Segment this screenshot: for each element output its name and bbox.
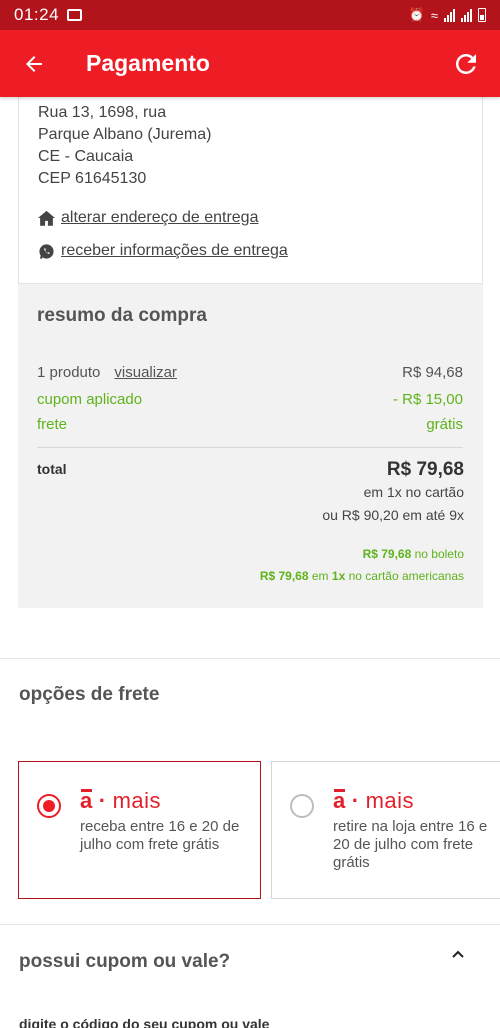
address-street: Rua 13, 1698, rua — [38, 104, 167, 121]
summary-row-coupon: cupom aplicado - R$ 15,00 — [37, 391, 463, 408]
summary-divider — [37, 447, 463, 448]
battery-icon — [478, 8, 486, 22]
refresh-icon — [455, 53, 476, 74]
boleto-text: no boleto — [414, 547, 464, 561]
shipping-value: grátis — [426, 416, 463, 433]
amex-em: em — [311, 569, 329, 583]
wifi-icon: ≈ — [430, 7, 438, 23]
signal-icon-2 — [461, 8, 472, 22]
arrow-left-icon — [26, 55, 42, 72]
installments-text: ou R$ 90,20 em até 9x — [322, 507, 464, 523]
amex-text: no cartão americanas — [348, 569, 464, 583]
shipping-option-text: retire na loja entre 16 e 20 de julho co… — [333, 818, 488, 871]
coupon-section-title[interactable]: possui cupom ou vale? — [19, 951, 230, 973]
address-cep: CEP 61645130 — [38, 170, 147, 187]
refresh-button[interactable] — [450, 48, 482, 80]
summary-row-shipping: frete grátis — [37, 416, 463, 433]
home-icon — [38, 210, 55, 226]
radio-unselected[interactable] — [290, 794, 314, 818]
section-divider — [0, 924, 500, 925]
status-icons: ⏰ ≈ — [409, 7, 486, 23]
shipping-option-home[interactable]: a · mais receba entre 16 e 20 de julho c… — [18, 761, 261, 899]
boleto-price: R$ 79,68 no boleto — [363, 547, 464, 561]
summary-title: resumo da compra — [37, 305, 207, 326]
product-count: 1 produto — [37, 364, 101, 381]
boleto-value: R$ 79,68 — [362, 547, 412, 561]
coupon-value: - R$ 15,00 — [392, 391, 463, 408]
delivery-info-link[interactable]: receber informações de entrega — [38, 242, 288, 260]
total-label: total — [37, 461, 67, 477]
amex-times: 1x — [331, 569, 346, 583]
app-bar: Pagamento — [0, 30, 500, 97]
amais-logo: a · mais — [80, 788, 162, 813]
status-time: 01:24 — [14, 5, 60, 24]
amex-price: R$ 79,68 em 1x no cartão americanas — [260, 569, 464, 583]
status-bar: 01:24 ⏰ ≈ — [0, 0, 500, 30]
summary-row-products: 1 produto visualizar R$ 94,68 — [37, 364, 463, 381]
change-address-label: alterar endereço de entrega — [61, 209, 259, 226]
shipping-options-title: opções de frete — [19, 684, 160, 705]
view-products-link[interactable]: visualizar — [114, 364, 177, 381]
back-button[interactable] — [18, 48, 50, 80]
product-value: R$ 94,68 — [402, 364, 463, 381]
radio-selected[interactable] — [37, 794, 61, 818]
delivery-address-card: Rua 13, 1698, rua Parque Albano (Jurema)… — [18, 82, 483, 284]
purchase-summary: resumo da compra 1 produto visualizar R$… — [18, 284, 483, 608]
page-title: Pagamento — [86, 50, 210, 76]
address-district: Parque Albano (Jurema) — [38, 126, 212, 143]
delivery-info-label: receber informações de entrega — [61, 242, 288, 259]
amex-value: R$ 79,68 — [259, 569, 309, 583]
shipping-option-text: receba entre 16 e 20 de julho com frete … — [80, 818, 240, 853]
amais-logo: a · mais — [333, 788, 415, 813]
signal-icon — [444, 8, 455, 22]
whatsapp-icon — [39, 243, 54, 259]
alarm-icon: ⏰ — [408, 7, 425, 22]
coupon-applied-label: cupom aplicado — [37, 391, 143, 408]
address-city: CE - Caucaia — [38, 148, 134, 165]
coupon-hint: digite o código do seu cupom ou vale — [19, 1016, 270, 1028]
image-notification-icon — [67, 9, 83, 21]
section-divider — [0, 658, 500, 659]
shipping-label: frete — [37, 416, 68, 433]
total-card-text: em 1x no cartão — [363, 484, 464, 500]
chevron-up-icon[interactable] — [450, 946, 466, 962]
total-value: R$ 79,68 — [386, 459, 464, 480]
shipping-option-store-pickup[interactable]: a · mais retire na loja entre 16 e 20 de… — [271, 761, 500, 899]
change-address-link[interactable]: alterar endereço de entrega — [38, 209, 258, 227]
